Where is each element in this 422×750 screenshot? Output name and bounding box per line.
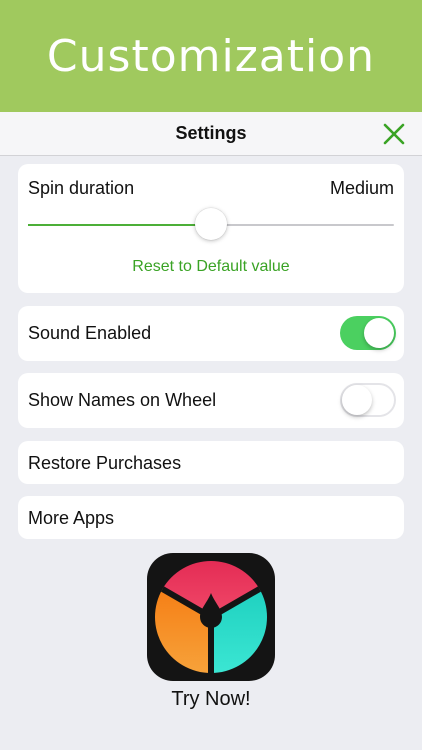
- navigation-bar: Settings: [0, 112, 422, 156]
- promo-app-button[interactable]: [147, 553, 275, 681]
- show-names-row: Show Names on Wheel: [18, 373, 404, 428]
- toggle-knob: [342, 385, 372, 415]
- spin-duration-card: Spin duration Medium Reset to Default va…: [18, 164, 404, 293]
- toggle-knob: [364, 318, 394, 348]
- header-banner: Customization: [0, 0, 422, 112]
- restore-purchases-label: Restore Purchases: [28, 453, 182, 473]
- close-x-icon: [383, 123, 405, 145]
- show-names-label: Show Names on Wheel: [28, 390, 217, 410]
- page-title: Settings: [175, 123, 247, 143]
- spin-duration-value: Medium: [329, 178, 394, 198]
- more-apps-button[interactable]: More Apps: [18, 496, 404, 539]
- restore-purchases-button[interactable]: Restore Purchases: [18, 441, 404, 484]
- show-names-toggle[interactable]: [340, 383, 396, 417]
- try-now-label[interactable]: Try Now!: [0, 688, 422, 711]
- spin-duration-label: Spin duration: [28, 178, 135, 198]
- spinner-wheel-app-icon: [147, 553, 275, 681]
- slider-fill: [28, 224, 211, 226]
- banner-title: Customization: [46, 30, 376, 82]
- slider-thumb[interactable]: [195, 208, 227, 240]
- sound-enabled-row: Sound Enabled: [18, 306, 404, 361]
- close-button[interactable]: [380, 120, 408, 148]
- more-apps-label: More Apps: [28, 508, 115, 528]
- reset-default-link[interactable]: Reset to Default value: [18, 258, 404, 276]
- sound-enabled-label: Sound Enabled: [28, 323, 152, 343]
- sound-enabled-toggle[interactable]: [340, 316, 396, 350]
